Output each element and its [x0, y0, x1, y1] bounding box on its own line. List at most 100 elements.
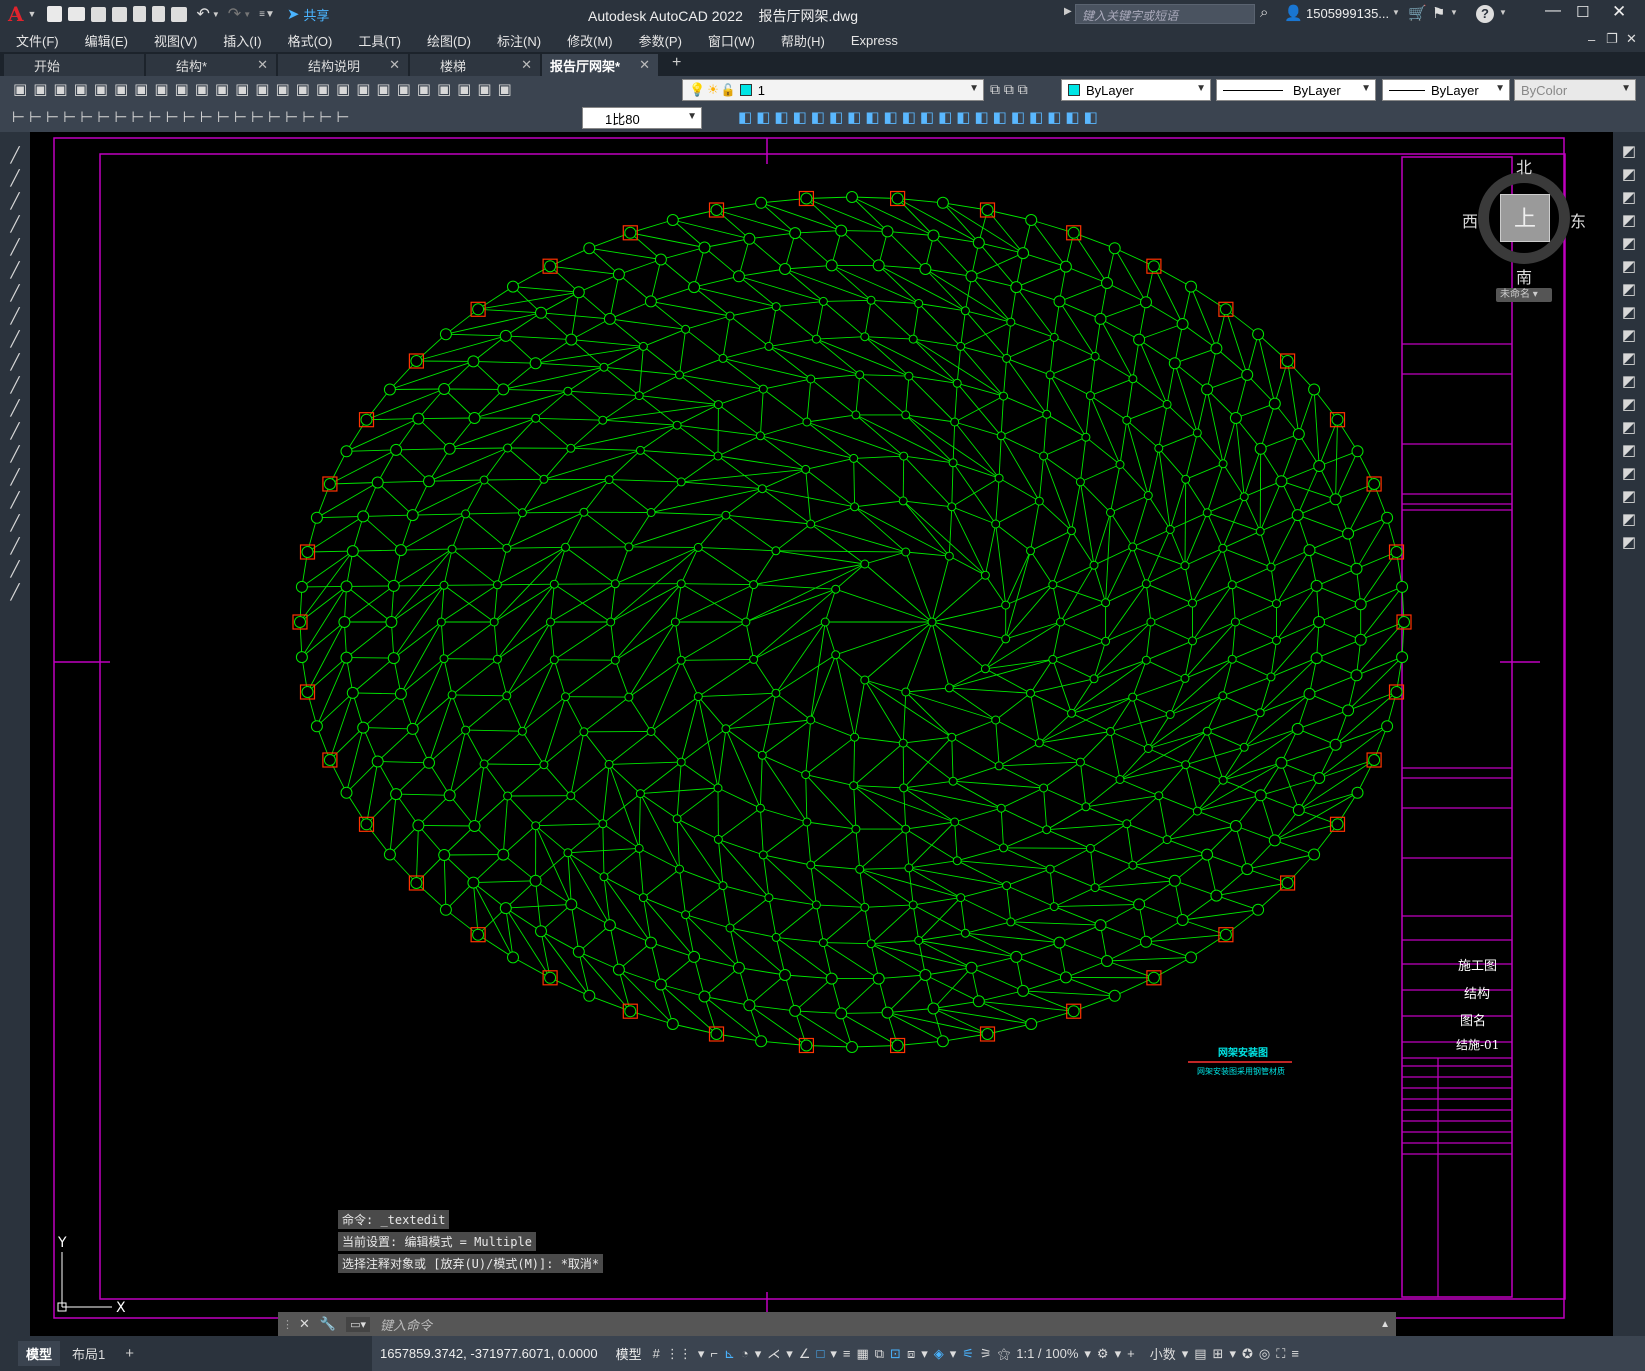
plus-icon[interactable]: + [1127, 1343, 1135, 1365]
point-icon[interactable]: ╱ [10, 445, 19, 464]
jogged-linear-icon[interactable]: ⊢ [285, 108, 298, 128]
open-icon[interactable] [68, 7, 86, 21]
chevron-down-icon[interactable]: ▼ [1450, 8, 1458, 17]
customize-icon[interactable]: ≡ [1291, 1343, 1299, 1365]
viewcube-face[interactable]: 上 [1500, 194, 1550, 242]
selection-filter-icon[interactable]: ◈ [934, 1343, 944, 1365]
chevron-down-icon[interactable]: ▾ [1182, 1343, 1189, 1365]
dim-break-icon[interactable]: ⊢ [217, 108, 230, 128]
tab-structure[interactable]: 结构* ✕ [146, 54, 276, 76]
construction-line-icon[interactable]: ╱ [10, 169, 19, 188]
copy-icon[interactable]: ◧ [756, 108, 770, 128]
open-icon[interactable]: ▣ [33, 80, 47, 100]
chevron-down-icon[interactable]: ▼ [243, 10, 251, 19]
open-web-icon[interactable] [133, 6, 147, 22]
color-dropdown[interactable]: ByLayer ▼ [1061, 79, 1211, 101]
zoom-previous-icon[interactable]: ▣ [336, 80, 350, 100]
close-icon[interactable]: ✕ [299, 1316, 310, 1332]
grid-icon[interactable]: # [653, 1343, 660, 1365]
rotate-icon[interactable]: ◩ [1622, 280, 1636, 299]
dim-angular-icon[interactable]: ⊢ [132, 108, 145, 128]
chevron-up-icon[interactable]: ▲ [1380, 1319, 1390, 1330]
layout-tab-layout1[interactable]: 布局1 [72, 1344, 105, 1363]
erase-icon[interactable]: ◩ [1622, 142, 1636, 161]
dim-ordinate-icon[interactable]: ⊢ [63, 108, 76, 128]
break-icon[interactable]: ◧ [938, 108, 952, 128]
menu-help[interactable]: 帮助(H) [781, 31, 825, 50]
menu-modify[interactable]: 修改(M) [567, 31, 613, 50]
mtext-icon[interactable]: ╱ [10, 560, 19, 579]
share-button[interactable]: 共享 [303, 5, 329, 24]
dim-continue-icon[interactable]: ⊢ [183, 108, 196, 128]
chevron-down-icon[interactable]: ▾ [1229, 1343, 1236, 1365]
redo-icon[interactable]: ↷ [228, 4, 241, 24]
cart-icon[interactable]: 🛒 [1408, 4, 1427, 22]
scale-icon[interactable]: ◧ [865, 108, 879, 128]
add-selected-icon[interactable]: ╱ [10, 583, 19, 602]
publish-icon[interactable]: ▣ [114, 80, 128, 100]
menu-format[interactable]: 格式(O) [288, 31, 333, 50]
chevron-down-icon[interactable]: ▾ [786, 1343, 793, 1365]
autocad-logo-icon[interactable]: A [8, 2, 24, 26]
layer-properties-icon[interactable]: ▣ [498, 80, 512, 100]
help-icon[interactable]: ? [1476, 5, 1494, 23]
group-icon[interactable]: ◧ [1065, 108, 1079, 128]
qdim-icon[interactable]: ⊢ [149, 108, 162, 128]
osnap-icon[interactable]: □ [816, 1343, 824, 1365]
ellipse-arc-icon[interactable]: ╱ [10, 376, 19, 395]
layout-tab-model[interactable]: 模型 [18, 1341, 61, 1366]
explode-icon[interactable]: ◧ [738, 108, 752, 128]
command-input[interactable]: 键入命令 [380, 1315, 432, 1334]
sheet-set-icon[interactable]: ▣ [417, 80, 431, 100]
extend-icon[interactable]: ◧ [920, 108, 934, 128]
close-icon[interactable]: ✕ [521, 57, 532, 73]
ungroup-icon[interactable]: ◧ [1084, 108, 1098, 128]
matchprop-icon[interactable]: ▣ [215, 80, 229, 100]
chevron-down-icon[interactable]: ▾ [755, 1343, 762, 1365]
transparency-icon[interactable]: ▦ [856, 1343, 868, 1365]
viewcube[interactable]: 上 北 南 西 东 [1462, 154, 1592, 287]
restore-icon[interactable]: ☐ [1576, 3, 1589, 21]
selection-cycling-icon[interactable]: ⧉ [875, 1343, 884, 1365]
polyline-icon[interactable]: ╱ [10, 192, 19, 211]
table-icon[interactable]: ╱ [10, 537, 19, 556]
markup-icon[interactable]: ▣ [437, 80, 451, 100]
3d-print-icon[interactable]: ▣ [134, 80, 148, 100]
compass-south[interactable]: 南 [1516, 264, 1532, 288]
extend-icon[interactable]: ◩ [1622, 372, 1636, 391]
center-mark-icon[interactable]: ⊢ [251, 108, 264, 128]
menu-draw[interactable]: 绘图(D) [427, 31, 471, 50]
menu-view[interactable]: 视图(V) [154, 31, 197, 50]
menu-edit[interactable]: 编辑(E) [85, 31, 128, 50]
undo-icon[interactable]: ▣ [235, 80, 249, 100]
explode2-icon[interactable]: ◧ [1029, 108, 1043, 128]
user-icon[interactable]: 👤 [1284, 4, 1303, 22]
chevron-down-icon[interactable]: ▾ [1084, 1343, 1091, 1365]
snap-icon[interactable]: ⋮⋮ [666, 1343, 692, 1365]
explode-icon[interactable]: ◩ [1622, 533, 1636, 552]
menu-dimension[interactable]: 标注(N) [497, 31, 541, 50]
trim-icon[interactable]: ◧ [902, 108, 916, 128]
coordinates-readout[interactable]: 1657859.3742, -371977.6071, 0.0000 [380, 1346, 598, 1361]
zoom-icon[interactable]: ▣ [296, 80, 310, 100]
minimize-icon[interactable]: — [1545, 2, 1561, 20]
linetype-dropdown[interactable]: ByLayer ▼ [1216, 79, 1376, 101]
auto-scale-icon[interactable]: ⚞ [980, 1343, 992, 1365]
grip-icon[interactable]: ⋮ [282, 1318, 293, 1331]
offset-icon[interactable]: ◧ [793, 108, 807, 128]
quick-properties-icon[interactable]: ▤ [1194, 1343, 1206, 1365]
pan-icon[interactable]: ▣ [275, 80, 289, 100]
copy-icon[interactable]: ▣ [175, 80, 189, 100]
chamfer-icon[interactable]: ◩ [1622, 464, 1636, 483]
add-layout-icon[interactable]: + [125, 1345, 134, 1362]
menu-parametric[interactable]: 参数(P) [639, 31, 682, 50]
inspect-icon[interactable]: ⊢ [268, 108, 281, 128]
polar-icon[interactable]: ◔ [741, 1343, 749, 1365]
close-icon[interactable]: ✕ [639, 57, 650, 73]
preview-icon[interactable]: ▣ [94, 80, 108, 100]
doc-restore-icon[interactable]: ❐ [1606, 31, 1618, 47]
layer-dropdown[interactable]: 💡 ☀ 🔓 1 ▼ [682, 79, 984, 101]
clean-screen-icon[interactable]: ⛶ [1276, 1343, 1285, 1365]
circle-icon[interactable]: ╱ [10, 284, 19, 303]
break-icon[interactable]: ◩ [1622, 418, 1636, 437]
